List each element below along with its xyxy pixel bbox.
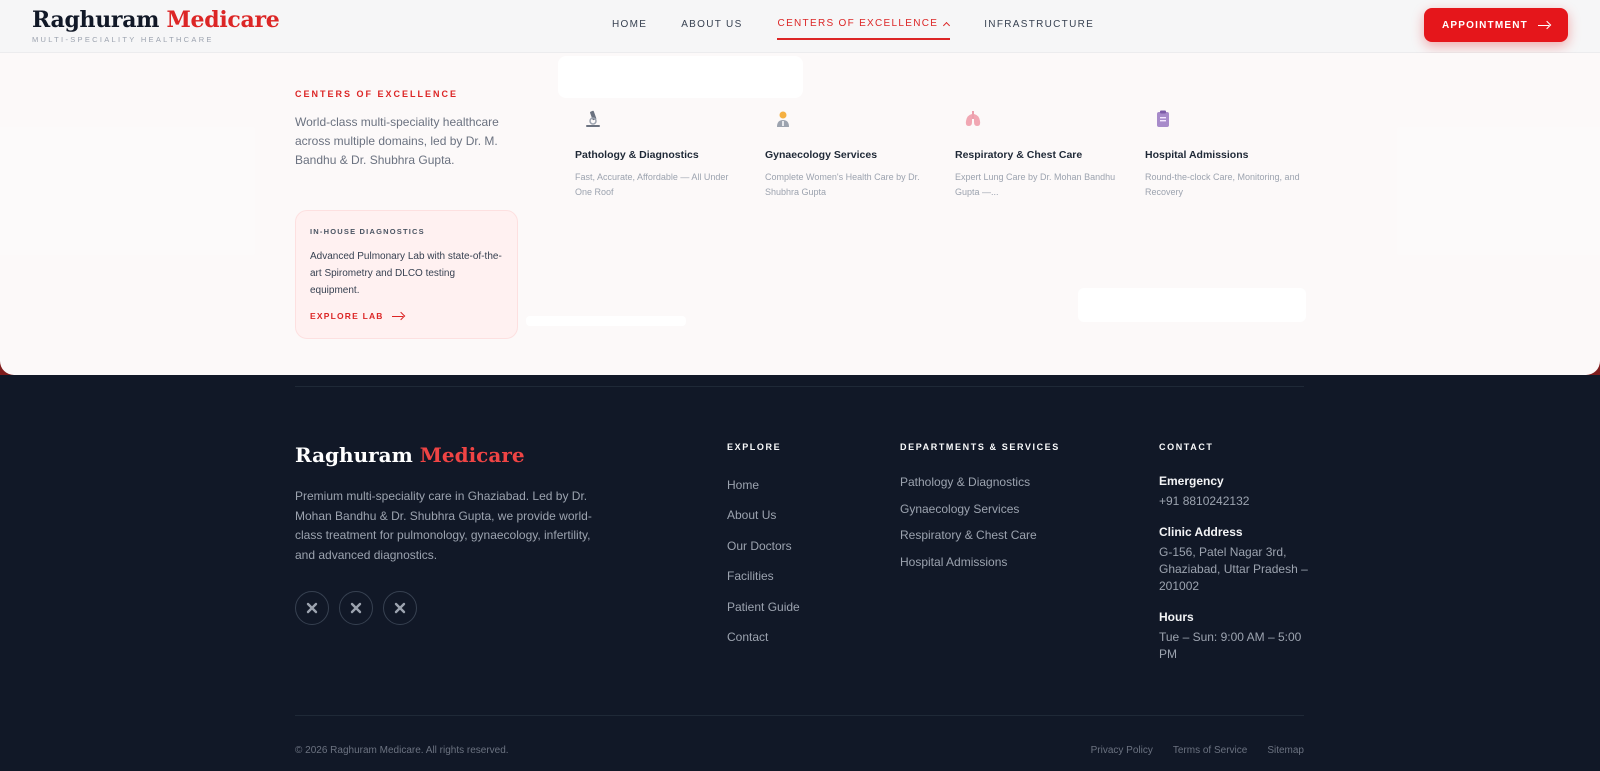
service-description: Round-the-clock Care, Monitoring, and Re… bbox=[1145, 172, 1300, 197]
service-pathology-diagnostics[interactable]: Pathology & Diagnostics Fast, Accurate, … bbox=[575, 109, 745, 200]
nav-infrastructure[interactable]: INFRASTRUCTURE bbox=[984, 18, 1094, 40]
x-icon bbox=[306, 602, 318, 614]
copyright-text: © 2026 Raghuram Medicare. All rights res… bbox=[295, 745, 509, 756]
footer-link-home[interactable]: Home bbox=[727, 478, 800, 492]
opening-hours: Tue – Sun: 9:00 AM – 5:00 PM bbox=[1159, 630, 1302, 661]
footer-dept-admissions[interactable]: Hospital Admissions bbox=[900, 555, 1037, 569]
emergency-phone[interactable]: +91 8810242132 bbox=[1159, 493, 1319, 510]
contact-address: Clinic Address G-156, Patel Nagar 3rd, G… bbox=[1159, 525, 1319, 595]
terms-link[interactable]: Terms of Service bbox=[1173, 745, 1247, 756]
main-nav: HOME ABOUT US CENTERS OF EXCELLENCE INFR… bbox=[612, 18, 1094, 40]
social-link[interactable] bbox=[339, 591, 373, 625]
chevron-up-icon bbox=[943, 21, 951, 29]
footer-link-doctors[interactable]: Our Doctors bbox=[727, 539, 800, 553]
footer-explore-title: EXPLORE bbox=[727, 442, 782, 452]
contact-emergency: Emergency +91 8810242132 bbox=[1159, 474, 1319, 510]
appointment-button[interactable]: APPOINTMENT bbox=[1424, 8, 1568, 42]
service-description: Expert Lung Care by Dr. Mohan Bandhu Gup… bbox=[955, 172, 1116, 197]
lab-card-eyebrow: IN-HOUSE DIAGNOSTICS bbox=[310, 227, 425, 236]
service-description: Complete Women's Health Care by Dr. Shub… bbox=[765, 172, 920, 197]
footer-divider bbox=[295, 715, 1304, 716]
contact-label: Emergency bbox=[1159, 474, 1224, 488]
arrow-right-icon bbox=[1537, 21, 1550, 29]
footer-dept-gynaecology[interactable]: Gynaecology Services bbox=[900, 502, 1037, 516]
footer-dept-respiratory[interactable]: Respiratory & Chest Care bbox=[900, 528, 1037, 542]
brand-logo[interactable]: Raghuram Medicare MULTI-SPECIALITY HEALT… bbox=[32, 7, 280, 44]
centers-mega-menu: CENTERS OF EXCELLENCE World-class multi-… bbox=[0, 53, 1600, 375]
contact-hours: Hours Tue – Sun: 9:00 AM – 5:00 PM bbox=[1159, 610, 1319, 663]
contact-label: Hours bbox=[1159, 610, 1194, 624]
clinic-address: G-156, Patel Nagar 3rd, Ghaziabad, Uttar… bbox=[1159, 545, 1308, 593]
footer-divider bbox=[295, 386, 1304, 387]
mega-menu-description: World-class multi-speciality healthcare … bbox=[295, 115, 499, 167]
contact-label: Clinic Address bbox=[1159, 525, 1243, 539]
nav-centers-of-excellence[interactable]: CENTERS OF EXCELLENCE bbox=[776, 18, 951, 40]
footer-explore-links: Home About Us Our Doctors Facilities Pat… bbox=[727, 478, 800, 660]
footer-dept-pathology[interactable]: Pathology & Diagnostics bbox=[900, 475, 1037, 489]
arrow-right-icon bbox=[391, 312, 404, 320]
social-link[interactable] bbox=[383, 591, 417, 625]
service-title: Respiratory & Chest Care bbox=[955, 149, 1083, 161]
footer-link-about[interactable]: About Us bbox=[727, 508, 800, 522]
brand-tagline: MULTI-SPECIALITY HEALTHCARE bbox=[32, 35, 214, 44]
lungs-icon bbox=[965, 111, 981, 126]
microscope-icon bbox=[586, 110, 600, 127]
brand-name: Raghuram Medicare bbox=[32, 7, 280, 33]
footer-about-text: Premium multi-speciality care in Ghaziab… bbox=[295, 489, 592, 562]
service-title: Gynaecology Services bbox=[765, 149, 878, 161]
mega-menu-title: CENTERS OF EXCELLENCE bbox=[295, 89, 459, 99]
footer-contact-title: CONTACT bbox=[1159, 442, 1214, 452]
footer-link-facilities[interactable]: Facilities bbox=[727, 569, 800, 583]
nav-home[interactable]: HOME bbox=[612, 18, 647, 40]
clipboard-icon bbox=[1157, 110, 1169, 127]
footer-brand: Raghuram Medicare bbox=[295, 443, 525, 467]
diagnostics-lab-card: IN-HOUSE DIAGNOSTICS Advanced Pulmonary … bbox=[295, 210, 518, 339]
privacy-policy-link[interactable]: Privacy Policy bbox=[1091, 745, 1153, 756]
footer-link-contact[interactable]: Contact bbox=[727, 630, 800, 644]
x-icon bbox=[394, 602, 406, 614]
footer-department-links: Pathology & Diagnostics Gynaecology Serv… bbox=[900, 475, 1037, 581]
service-respiratory[interactable]: Respiratory & Chest Care Expert Lung Car… bbox=[955, 109, 1125, 200]
footer-departments-title: DEPARTMENTS & SERVICES bbox=[900, 442, 1060, 452]
doctor-icon bbox=[777, 111, 789, 127]
service-title: Pathology & Diagnostics bbox=[575, 149, 699, 161]
service-gynaecology[interactable]: Gynaecology Services Complete Women's He… bbox=[765, 109, 935, 200]
legal-links: Privacy Policy Terms of Service Sitemap bbox=[1091, 745, 1304, 756]
footer-link-patient-guide[interactable]: Patient Guide bbox=[727, 600, 800, 614]
lab-card-text: Advanced Pulmonary Lab with state-of-the… bbox=[310, 251, 502, 296]
sitemap-link[interactable]: Sitemap bbox=[1267, 745, 1304, 756]
service-title: Hospital Admissions bbox=[1145, 149, 1249, 161]
service-description: Fast, Accurate, Affordable — All Under O… bbox=[575, 172, 729, 197]
footer-contact: Emergency +91 8810242132 Clinic Address … bbox=[1159, 474, 1319, 678]
social-link[interactable] bbox=[295, 591, 329, 625]
service-hospital-admissions[interactable]: Hospital Admissions Round-the-clock Care… bbox=[1145, 109, 1315, 200]
x-icon bbox=[350, 602, 362, 614]
social-links bbox=[295, 591, 417, 625]
nav-about-us[interactable]: ABOUT US bbox=[681, 18, 742, 40]
site-header: Raghuram Medicare MULTI-SPECIALITY HEALT… bbox=[0, 0, 1600, 53]
explore-lab-link[interactable]: EXPLORE LAB bbox=[310, 311, 503, 321]
